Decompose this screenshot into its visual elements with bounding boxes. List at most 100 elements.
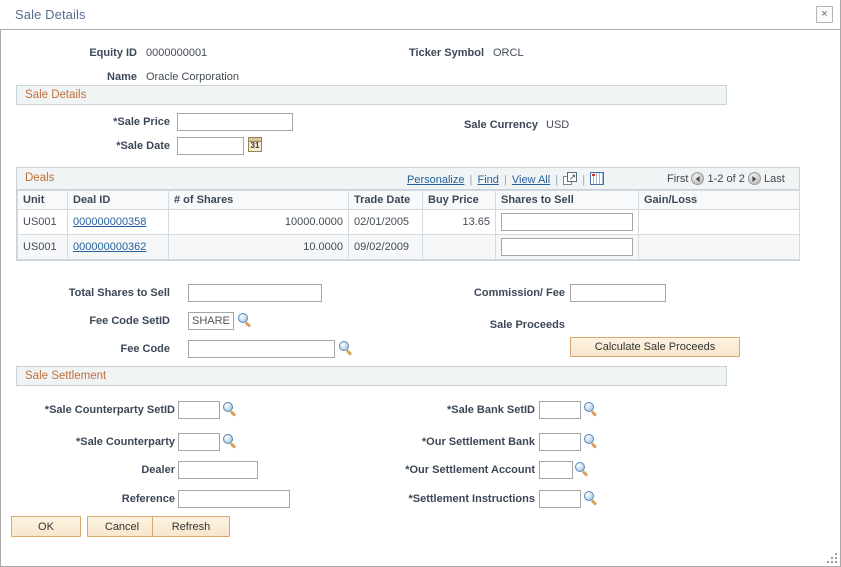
reference-label: Reference: [121, 493, 175, 505]
sale-settlement-section-title: Sale Settlement: [25, 370, 107, 382]
view-all-link[interactable]: View All: [512, 174, 550, 186]
expand-grid-icon[interactable]: ↗: [563, 172, 578, 185]
calculate-sale-proceeds-button[interactable]: Calculate Sale Proceeds: [570, 337, 740, 357]
sale-counterparty-setid-label: *Sale Counterparty SetID: [44, 404, 175, 416]
last-page-link[interactable]: Last: [764, 173, 785, 185]
sale-currency-label: Sale Currency: [464, 119, 538, 131]
sale-bank-setid-input[interactable]: [539, 401, 581, 419]
dialog-titlebar: Sale Details ×: [0, 0, 841, 30]
our-settlement-bank-label: *Our Settlement Bank: [421, 436, 535, 448]
deal-id-link[interactable]: 000000000362: [73, 241, 146, 253]
deals-grid-title: Deals: [25, 172, 55, 184]
settlement-instructions-input[interactable]: [539, 490, 581, 508]
sale-date-label: *Sale Date: [116, 140, 170, 152]
cell-deal-id: 000000000358: [67, 209, 169, 235]
our-settlement-bank-input[interactable]: [539, 433, 581, 451]
page-title: Sale Details: [15, 7, 86, 22]
name-value: Oracle Corporation: [146, 71, 239, 83]
sale-details-dialog: Sale Details × Equity ID 0000000001 Tick…: [0, 0, 841, 567]
refresh-button[interactable]: Refresh: [152, 516, 230, 537]
reference-input[interactable]: [178, 490, 290, 508]
deals-grid: Deals Personalize | Find | View All | ↗ …: [16, 167, 800, 261]
previous-page-icon[interactable]: [691, 172, 705, 185]
column-header-gain-loss[interactable]: Gain/Loss: [638, 190, 800, 210]
link-separator-2: |: [503, 174, 507, 186]
cell-unit: US001: [17, 209, 68, 235]
our-settlement-bank-lookup-icon[interactable]: [584, 434, 599, 449]
download-spreadsheet-icon[interactable]: [590, 172, 605, 185]
fee-code-input[interactable]: [188, 340, 335, 358]
close-icon[interactable]: ×: [816, 6, 833, 23]
cell-deal-id: 000000000362: [67, 234, 169, 260]
fee-code-setid-lookup-icon[interactable]: [238, 313, 253, 328]
sale-settlement-section-header: Sale Settlement: [16, 366, 727, 386]
deal-id-link[interactable]: 000000000358: [73, 216, 146, 228]
resize-grip[interactable]: [825, 551, 837, 563]
commission-fee-input[interactable]: [570, 284, 666, 302]
settlement-instructions-lookup-icon[interactable]: [584, 491, 599, 506]
column-header-deal-id[interactable]: Deal ID: [67, 190, 169, 210]
link-separator-3: |: [555, 174, 559, 186]
cell-shares: 10000.0000: [168, 209, 349, 235]
find-link[interactable]: Find: [477, 174, 498, 186]
cell-trade-date: 02/01/2005: [348, 209, 423, 235]
sale-details-section-header: Sale Details: [16, 85, 727, 105]
deals-table: Unit Deal ID # of Shares Trade Date Buy …: [17, 190, 800, 260]
column-header-buy-price[interactable]: Buy Price: [422, 190, 496, 210]
ticker-symbol-value: ORCL: [493, 47, 524, 59]
sale-price-label: *Sale Price: [113, 116, 170, 128]
cell-shares: 10.0000: [168, 234, 349, 260]
equity-id-value: 0000000001: [146, 47, 208, 59]
total-shares-to-sell-label: Total Shares to Sell: [68, 287, 170, 299]
next-page-icon[interactable]: [747, 172, 761, 185]
column-header-shares[interactable]: # of Shares: [168, 190, 349, 210]
sale-currency-value: USD: [546, 119, 570, 131]
dealer-input[interactable]: [178, 461, 258, 479]
sale-counterparty-setid-lookup-icon[interactable]: [223, 402, 238, 417]
sale-counterparty-input[interactable]: [178, 433, 220, 451]
sale-bank-setid-lookup-icon[interactable]: [584, 402, 599, 417]
cancel-button[interactable]: Cancel: [87, 516, 157, 537]
column-header-trade-date[interactable]: Trade Date: [348, 190, 423, 210]
sale-bank-setid-label: *Sale Bank SetID: [446, 404, 535, 416]
table-row: US001 000000000358 10000.0000 02/01/2005…: [17, 209, 800, 235]
cell-buy-price: [422, 234, 496, 260]
calendar-day-label: 31: [250, 141, 260, 150]
equity-id-label: Equity ID: [89, 47, 137, 59]
fee-code-lookup-icon[interactable]: [339, 341, 354, 356]
deals-grid-links: Personalize | Find | View All | ↗ |: [407, 172, 605, 186]
shares-to-sell-input[interactable]: [501, 238, 633, 256]
fee-code-label: Fee Code: [120, 343, 170, 355]
cell-trade-date: 09/02/2009: [348, 234, 423, 260]
column-header-unit[interactable]: Unit: [17, 190, 68, 210]
cell-buy-price: 13.65: [422, 209, 496, 235]
cell-shares-to-sell: [495, 209, 639, 235]
cell-shares-to-sell: [495, 234, 639, 260]
our-settlement-account-lookup-icon[interactable]: [575, 462, 590, 477]
page-range-label: 1-2 of 2: [707, 173, 745, 185]
ok-button[interactable]: OK: [11, 516, 81, 537]
first-page-link[interactable]: First: [667, 173, 688, 185]
personalize-link[interactable]: Personalize: [407, 174, 464, 186]
cell-gain-loss: [638, 234, 800, 260]
deals-grid-toolbar: Deals Personalize | Find | View All | ↗ …: [17, 168, 799, 190]
commission-fee-label: Commission/ Fee: [473, 287, 565, 299]
sale-counterparty-lookup-icon[interactable]: [223, 434, 238, 449]
sale-price-input[interactable]: [177, 113, 293, 131]
fee-code-setid-input[interactable]: [188, 312, 234, 330]
link-separator-4: |: [582, 174, 586, 186]
table-row: US001 000000000362 10.0000 09/02/2009: [17, 234, 800, 260]
cell-gain-loss: [638, 209, 800, 235]
column-header-shares-to-sell[interactable]: Shares to Sell: [495, 190, 639, 210]
our-settlement-account-input[interactable]: [539, 461, 573, 479]
sale-date-input[interactable]: [177, 137, 244, 155]
settlement-instructions-label: *Settlement Instructions: [408, 493, 535, 505]
ticker-symbol-label: Ticker Symbol: [409, 47, 484, 59]
total-shares-to-sell-input[interactable]: [188, 284, 322, 302]
sale-counterparty-setid-input[interactable]: [178, 401, 220, 419]
sale-counterparty-label: *Sale Counterparty: [75, 436, 175, 448]
shares-to-sell-input[interactable]: [501, 213, 633, 231]
link-separator-1: |: [469, 174, 473, 186]
calendar-icon[interactable]: 31: [248, 137, 262, 152]
fee-code-setid-label: Fee Code SetID: [89, 315, 170, 327]
